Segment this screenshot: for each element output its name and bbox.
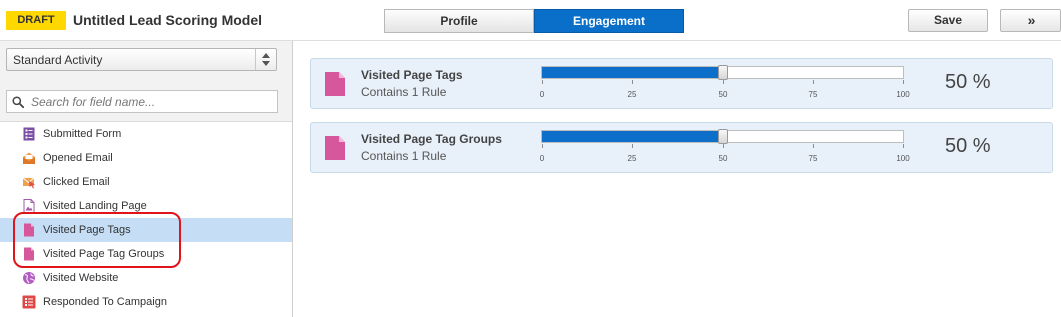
top-toolbar: DRAFT Untitled Lead Scoring Model Profil… xyxy=(0,0,1061,41)
card-title: Visited Page Tags xyxy=(361,68,463,82)
tab-engagement[interactable]: Engagement xyxy=(534,9,684,33)
slider-tick xyxy=(723,144,724,148)
list-item-label: Submitted Form xyxy=(43,128,122,140)
campaign-icon xyxy=(22,295,36,309)
slider-handle[interactable] xyxy=(718,129,728,144)
slider-tick-label: 0 xyxy=(539,90,545,99)
score-percent: 50 % xyxy=(945,135,991,157)
draft-badge: DRAFT xyxy=(6,11,66,30)
engagement-panel: Visited Page Tags Contains 1 Rule 50 % 0… xyxy=(294,41,1061,317)
list-item-label: Visited Page Tags xyxy=(43,224,131,236)
tab-profile[interactable]: Profile xyxy=(384,9,534,33)
slider-tick-label: 50 xyxy=(718,90,728,99)
list-item-label: Visited Website xyxy=(43,272,119,284)
page-tag-group-icon xyxy=(325,136,345,160)
list-item-label: Visited Page Tag Groups xyxy=(43,248,165,260)
card-rule-count: Contains 1 Rule xyxy=(361,149,447,163)
slider-tick xyxy=(903,80,904,84)
list-item-visited-website[interactable]: Visited Website xyxy=(0,266,292,290)
slider-tick-label: 25 xyxy=(627,90,637,99)
activity-type-value: Standard Activity xyxy=(13,53,103,67)
view-tabs: Profile Engagement xyxy=(384,9,684,33)
list-item-visited-page-tags[interactable]: Visited Page Tags xyxy=(0,218,292,242)
page-tag-icon xyxy=(24,223,34,237)
field-search xyxy=(6,90,278,113)
globe-icon xyxy=(23,272,35,284)
slider-tick-label: 100 xyxy=(896,154,910,163)
score-slider[interactable] xyxy=(541,65,904,80)
slider-tick xyxy=(632,80,633,84)
slider-fill xyxy=(542,67,723,78)
form-icon xyxy=(23,127,35,141)
search-icon xyxy=(12,96,24,108)
open-email-icon xyxy=(23,152,35,164)
page-title: Untitled Lead Scoring Model xyxy=(73,12,263,28)
save-button[interactable]: Save xyxy=(908,9,988,32)
slider-tick-label: 0 xyxy=(539,154,545,163)
slider-tick xyxy=(632,144,633,148)
expand-button[interactable]: » xyxy=(1000,9,1061,32)
double-chevron-right-icon: » xyxy=(1027,12,1036,28)
list-item-label: Responded To Campaign xyxy=(43,296,167,308)
slider-tick xyxy=(813,80,814,84)
slider-tick xyxy=(542,80,543,84)
score-percent: 50 % xyxy=(945,71,991,93)
slider-tick-label: 75 xyxy=(808,154,818,163)
rule-card[interactable]: Visited Page Tags Contains 1 Rule 50 % 0… xyxy=(310,58,1053,109)
search-input[interactable] xyxy=(31,93,271,110)
score-slider[interactable] xyxy=(541,129,904,144)
card-rule-count: Contains 1 Rule xyxy=(361,85,447,99)
list-item-label: Visited Landing Page xyxy=(43,200,147,212)
page-tag-group-icon xyxy=(24,247,34,261)
activity-type-select[interactable]: Standard Activity xyxy=(6,48,277,71)
slider-tick xyxy=(813,144,814,148)
slider-fill xyxy=(542,131,723,142)
slider-tick-label: 75 xyxy=(808,90,818,99)
list-item-visited-landing-page[interactable]: Visited Landing Page xyxy=(0,194,292,218)
slider-tick xyxy=(723,80,724,84)
list-item-label: Opened Email xyxy=(43,152,113,164)
click-email-icon xyxy=(22,177,35,189)
list-item-opened-email[interactable]: Opened Email xyxy=(0,146,292,170)
slider-ticks xyxy=(541,144,904,150)
list-item-label: Clicked Email xyxy=(43,176,110,188)
list-item-submitted-form[interactable]: Submitted Form xyxy=(0,122,292,146)
list-item-clicked-email[interactable]: Clicked Email xyxy=(0,170,292,194)
slider-ticks xyxy=(541,80,904,86)
slider-handle[interactable] xyxy=(718,65,728,80)
list-item-visited-page-tag-groups[interactable]: Visited Page Tag Groups xyxy=(0,242,292,266)
slider-tick xyxy=(903,144,904,148)
slider-tick-label: 25 xyxy=(627,154,637,163)
page-tag-icon xyxy=(325,72,345,96)
updown-arrows-icon xyxy=(255,49,276,70)
sidebar: Standard Activity Submitted Form xyxy=(0,41,293,317)
activity-list: Submitted Form Opened Email Clicked Emai… xyxy=(0,121,292,317)
rule-card[interactable]: Visited Page Tag Groups Contains 1 Rule … xyxy=(310,122,1053,173)
slider-tick xyxy=(542,144,543,148)
slider-tick-label: 100 xyxy=(896,90,910,99)
landing-page-icon xyxy=(23,199,35,213)
slider-tick-label: 50 xyxy=(718,154,728,163)
card-title: Visited Page Tag Groups xyxy=(361,132,502,146)
list-item-responded-to-campaign[interactable]: Responded To Campaign xyxy=(0,290,292,314)
